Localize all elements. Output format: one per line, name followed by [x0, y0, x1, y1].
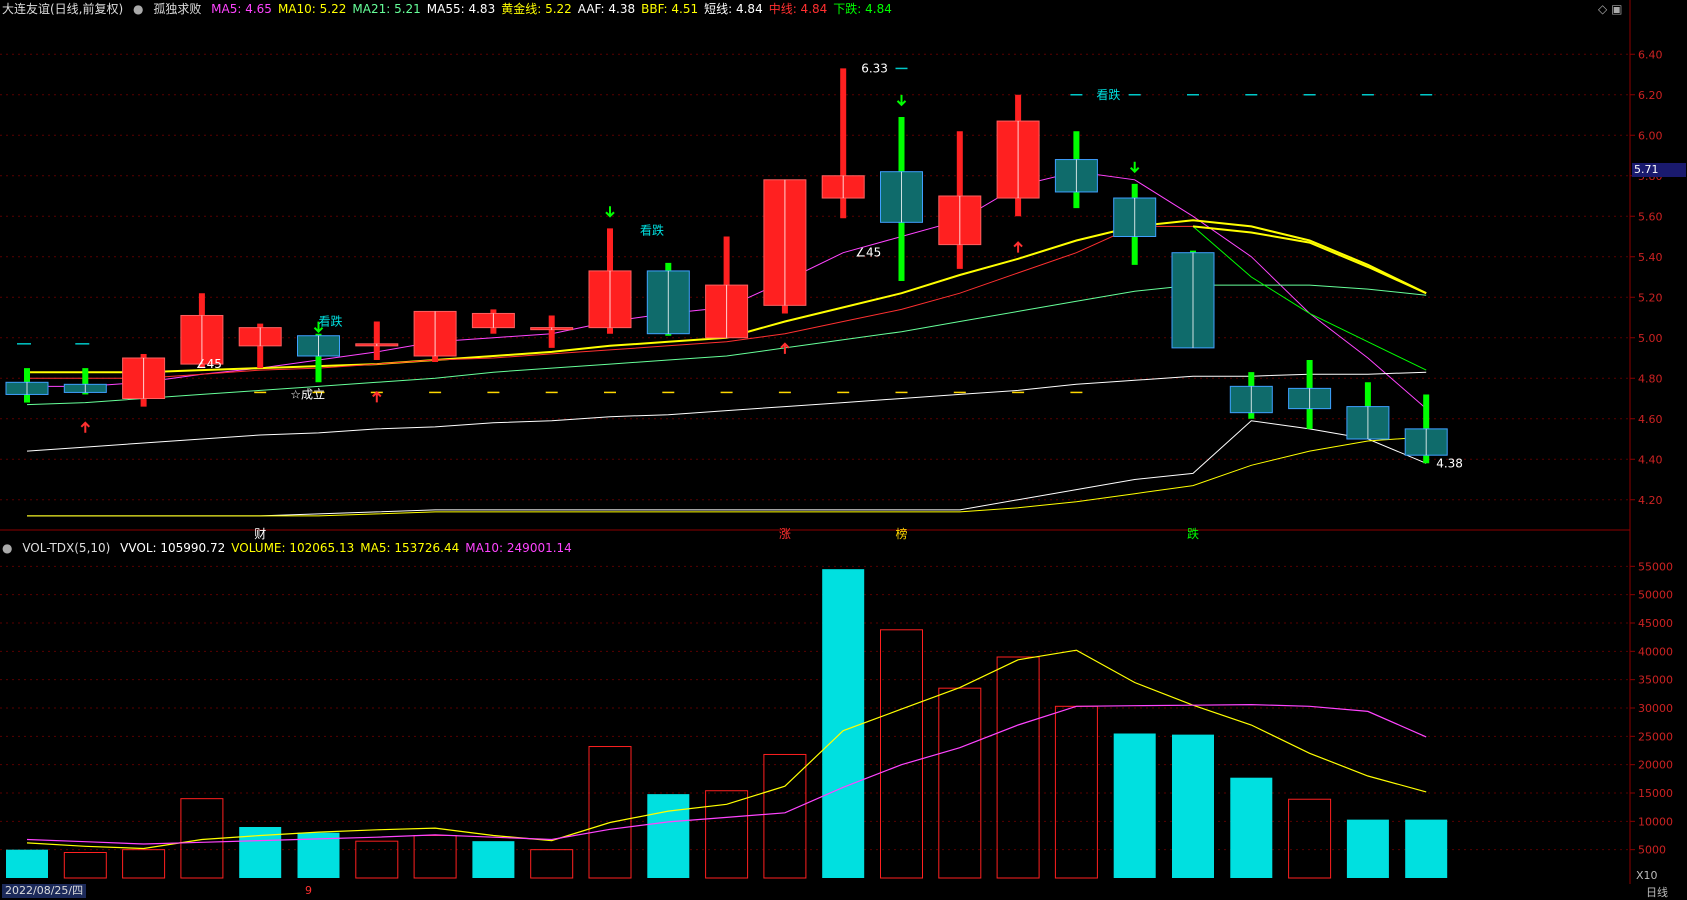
vol-indicator-name[interactable]: VOL-TDX(5,10) [22, 541, 110, 555]
volume-bar-up [63, 852, 107, 879]
x10-label[interactable]: X10 [1636, 869, 1658, 882]
angle-label: ∠45 [196, 357, 222, 371]
volume-bar-down [647, 794, 690, 878]
volume-tick-label: 20000 [1638, 759, 1673, 772]
kandie-label: 看跌 [319, 314, 343, 329]
buy-arrow-icon [80, 421, 91, 433]
chart-canvas[interactable]: 6.406.206.005.805.605.405.205.004.804.60… [0, 0, 1687, 898]
kandie-label: 看跌 [1096, 87, 1120, 102]
volume-bar-up [996, 656, 1040, 879]
price-tick-label: 4.40 [1638, 453, 1663, 466]
volume-bar-up [1054, 705, 1098, 879]
price-tick-label: 5.00 [1638, 332, 1663, 345]
line-黄金线 [1192, 225, 1427, 295]
price-tick-label: 5.20 [1638, 291, 1663, 304]
volume-bar-up [413, 835, 457, 879]
volume-bar-up [880, 629, 923, 879]
price-tick-label: 5.60 [1638, 210, 1663, 223]
price-tick-label: 4.20 [1638, 494, 1663, 507]
volume-bar-up [1288, 798, 1332, 879]
date-label: 2022/08/25/四 [2, 884, 87, 898]
volume-bar-down [1230, 777, 1273, 878]
volume-bar-up [355, 840, 399, 879]
volume-tick-label: 30000 [1638, 702, 1673, 715]
price-tick-label: 4.80 [1638, 372, 1663, 385]
bottom-char-label: 财 [254, 527, 266, 541]
volume-bar-down [6, 849, 48, 878]
vol-legend-item-3: MA10: 249001.14 [465, 541, 572, 555]
volume-tick-label: 35000 [1638, 674, 1673, 687]
volume-ma10-line [26, 703, 1427, 845]
volume-bar-down [472, 841, 515, 878]
vol-header: ● VOL-TDX(5,10) VVOL: 105990.72 VOLUME: 1… [2, 540, 584, 556]
volume-bar-up [122, 849, 166, 879]
low-price-label: 4.38 [1436, 456, 1463, 470]
vol-collapse-icon[interactable]: ● [2, 541, 12, 555]
bottom-marker: 9 [305, 884, 312, 897]
price-tick-label: 5.40 [1638, 251, 1663, 264]
volume-tick-label: 15000 [1638, 787, 1673, 800]
buy-arrow-icon [780, 342, 790, 354]
line-BBF [27, 436, 1427, 517]
sell-arrow-icon [896, 94, 907, 107]
volume-tick-label: 10000 [1638, 815, 1673, 828]
chengli-label: ☆成立 [290, 386, 325, 401]
vol-legend-item-0: VVOL: 105990.72 [120, 541, 226, 555]
vol-legend-item-2: MA5: 153726.44 [360, 541, 460, 555]
line-AAF [27, 420, 1427, 517]
volume-tick-label: 50000 [1638, 589, 1673, 602]
volume-tick-label: 45000 [1638, 617, 1673, 630]
line-MA55 [26, 371, 1427, 452]
volume-tick-label: 25000 [1638, 730, 1673, 743]
price-tick-label: 6.40 [1638, 48, 1663, 61]
volume-bar-down [1346, 819, 1389, 878]
angle-label: ∠45 [855, 246, 881, 260]
price-tick-label: 6.00 [1638, 129, 1663, 142]
volume-bar-up [588, 746, 632, 879]
volume-bar-down [1405, 819, 1448, 878]
volume-tick-label: 55000 [1638, 560, 1673, 573]
price-tick-label: 6.20 [1638, 89, 1663, 102]
volume-bar-up [938, 687, 982, 879]
sell-arrow-icon [605, 206, 615, 218]
last-price-tag: 5.71 [1632, 163, 1686, 177]
kandie-label: 看跌 [640, 222, 664, 237]
high-price-label: 6.33 [861, 61, 888, 75]
sell-arrow-icon [1129, 161, 1140, 174]
volume-bar-down [822, 569, 865, 878]
volume-bar-down [1113, 733, 1156, 878]
volume-bar-up [530, 849, 574, 879]
price-tick-label: 4.60 [1638, 413, 1663, 426]
bottom-char-label: 跌 [1187, 526, 1199, 541]
bottom-char-label: 涨 [779, 526, 791, 541]
volume-tick-label: 5000 [1638, 844, 1666, 857]
bottom-char-label: 榜 [896, 526, 908, 541]
line-下跌 [1192, 226, 1427, 371]
vol-legend-item-1: VOLUME: 102065.13 [231, 541, 355, 555]
volume-bar-down [1172, 734, 1214, 878]
volume-tick-label: 40000 [1638, 645, 1673, 658]
buy-arrow-icon [372, 391, 382, 403]
buy-arrow-icon [1013, 241, 1023, 253]
